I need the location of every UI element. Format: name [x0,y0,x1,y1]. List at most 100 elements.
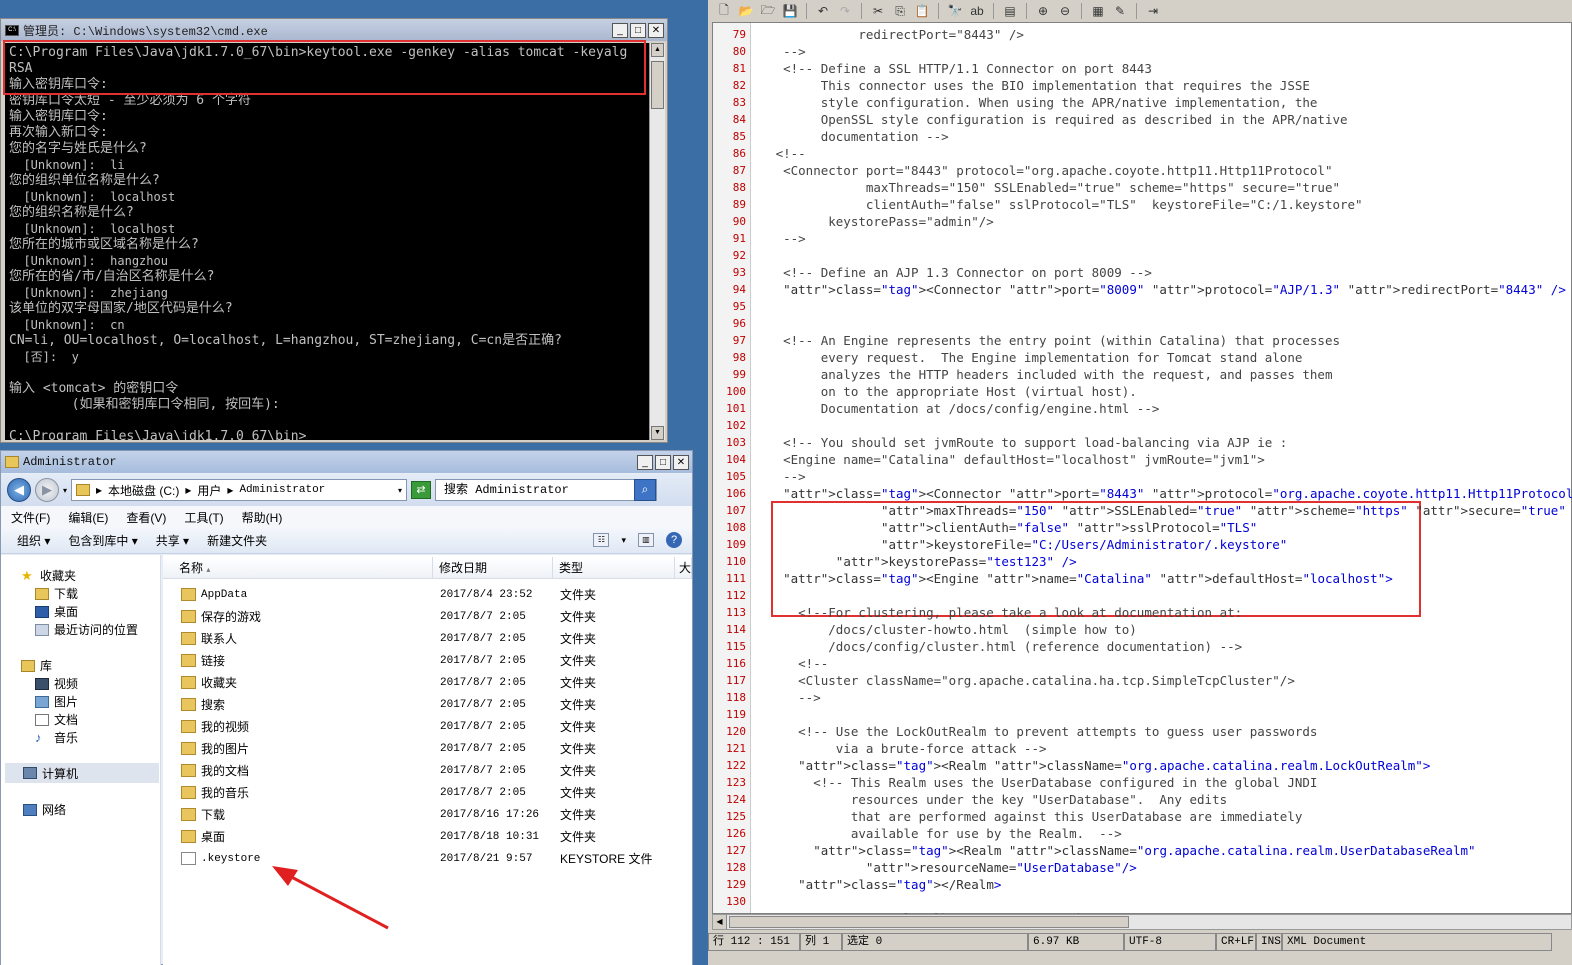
close-button[interactable]: ✕ [648,22,664,38]
file-row[interactable]: 我的文档 2017/8/7 2:05 文件夹 [181,760,681,782]
scroll-thumb[interactable] [651,61,664,109]
help-icon[interactable]: ? [666,532,682,548]
file-row[interactable]: 保存的游戏 2017/8/7 2:05 文件夹 [181,606,681,628]
console-line: [Unknown]: cn [9,318,125,332]
nav-videos[interactable]: 视频 [35,675,78,692]
line-number: 86 [732,147,746,160]
code-line: resources under the key "UserDatabase". … [753,792,1228,807]
cmd-titlebar[interactable]: C:\ 管理员: C:\Windows\system32\cmd.exe _ □… [1,19,667,41]
file-row[interactable]: 我的音乐 2017/8/7 2:05 文件夹 [181,782,681,804]
nav-computer[interactable]: 计算机 [5,763,159,783]
address-field[interactable]: ▸ 本地磁盘 (C:) ▸ 用户 ▸ Administrator ▾ [71,479,408,501]
code-line: <!-- Use the LockOutRealm to prevent att… [753,724,1318,739]
line-number: 100 [726,385,746,398]
copy-icon[interactable]: ⎘ [892,3,908,19]
view-icon[interactable]: ▦ [1090,3,1106,19]
forward-arrow-icon[interactable]: ▶ [35,478,59,502]
menu-file[interactable]: 文件(F) [11,509,50,526]
redo-icon[interactable]: ↷ [837,3,853,19]
file-row[interactable]: 收藏夹 2017/8/7 2:05 文件夹 [181,672,681,694]
paste-icon[interactable]: 📋 [914,3,930,19]
cut-icon[interactable]: ✂ [870,3,886,19]
back-arrow-icon[interactable]: ◀ [7,478,31,502]
file-name: 我的文档 [201,764,250,778]
file-row[interactable]: .keystore 2017/8/21 9:57 KEYSTORE 文件 [181,848,681,870]
find-icon[interactable]: 🔭 [947,3,963,19]
edit-tool-icon[interactable]: ✎ [1112,3,1128,19]
scroll-up-arrow-icon[interactable]: ▲ [651,43,664,57]
console-line: [Unknown]: zhejiang [9,286,168,300]
minimize-button[interactable]: _ [637,454,653,470]
menu-edit[interactable]: 编辑(E) [68,509,108,526]
nav-documents[interactable]: 文档 [35,711,78,728]
file-name: 搜索 [201,698,226,712]
new-folder-button[interactable]: 新建文件夹 [207,532,267,549]
nav-favorites[interactable]: ★ 收藏夹 [21,567,76,584]
history-dropdown-icon[interactable]: ▾ [63,486,67,495]
console-line: 您所在的省/市/自治区名称是什么? [9,269,215,284]
scroll-down-arrow-icon[interactable]: ▼ [651,426,664,440]
save-icon[interactable]: 💾 [782,3,798,19]
nav-recent-places[interactable]: 最近访问的位置 [35,621,138,638]
exit-icon[interactable]: ⇥ [1145,3,1161,19]
column-header-name[interactable]: 名称 ▴ [163,557,433,579]
file-row[interactable]: 联系人 2017/8/7 2:05 文件夹 [181,628,681,650]
menu-view[interactable]: 查看(V) [126,509,166,526]
horizontal-scrollbar[interactable]: ◀ [712,914,1572,930]
preview-pane-icon[interactable]: ▥ [638,533,654,547]
share-button[interactable]: 共享 ▾ [156,532,189,549]
file-type: 文件夹 [560,764,597,778]
document-icon [35,713,49,726]
open-icon[interactable]: 🗁 [760,3,776,19]
zoom-out-icon[interactable]: ⊖ [1057,3,1073,19]
nav-downloads[interactable]: 下载 [35,585,78,602]
file-row[interactable]: 链接 2017/8/7 2:05 文件夹 [181,650,681,672]
nav-network[interactable]: 网络 [23,801,66,818]
column-header-date[interactable]: 修改日期 [433,557,553,579]
file-row[interactable]: 我的图片 2017/8/7 2:05 文件夹 [181,738,681,760]
nav-pictures[interactable]: 图片 [35,693,78,710]
cmd-console[interactable]: C:\Program Files\Java\jdk1.7.0_67\bin>ke… [5,43,649,440]
refresh-icon[interactable]: ⇄ [411,481,432,499]
scroll-left-arrow-icon[interactable]: ◀ [713,915,727,929]
minimize-button[interactable]: _ [612,22,628,38]
editor-text-area[interactable]: 79 80 81 82 83 84 85 86 87 88 89 90 91 92 93 94 95 96 97 98… [712,22,1572,926]
nav-desktop[interactable]: 桌面 [35,603,78,620]
replace-icon[interactable]: ab [969,3,985,19]
picture-icon [35,695,49,708]
search-icon[interactable]: ⌕ [634,479,657,501]
new-file-icon[interactable]: 🗋 [716,3,732,19]
scroll-thumb[interactable] [729,916,1129,928]
nav-libraries[interactable]: 库 [21,657,52,674]
crumb-administrator[interactable]: Administrator [239,484,325,496]
line-number: 82 [732,79,746,92]
menu-help[interactable]: 帮助(H) [242,509,283,526]
open-folder-icon[interactable]: 📂 [738,3,754,19]
view-dropdown-icon[interactable]: ▾ [621,535,626,546]
undo-icon[interactable]: ↶ [815,3,831,19]
crumb-drive[interactable]: 本地磁盘 (C:) [108,482,179,499]
file-row[interactable]: 桌面 2017/8/18 10:31 文件夹 [181,826,681,848]
file-row[interactable]: AppData 2017/8/4 23:52 文件夹 [181,584,681,606]
goto-icon[interactable]: ▤ [1002,3,1018,19]
file-row[interactable]: 我的视频 2017/8/7 2:05 文件夹 [181,716,681,738]
maximize-button[interactable]: □ [630,22,646,38]
column-header-size[interactable]: 大 [675,557,692,579]
file-row[interactable]: 搜索 2017/8/7 2:05 文件夹 [181,694,681,716]
zoom-in-icon[interactable]: ⊕ [1035,3,1051,19]
menu-tools[interactable]: 工具(T) [184,509,223,526]
cmd-scrollbar[interactable]: ▲ ▼ [649,43,665,440]
address-dropdown-icon[interactable]: ▾ [398,486,402,495]
view-options-icon[interactable]: ☷ [593,533,610,547]
close-button[interactable]: ✕ [673,454,689,470]
maximize-button[interactable]: □ [655,454,671,470]
nav-music[interactable]: ♪ 音乐 [35,729,78,746]
column-header-type[interactable]: 类型 [553,557,675,579]
search-input[interactable]: 搜索 Administrator ⌕ [435,479,658,501]
crumb-users[interactable]: 用户 [197,482,221,499]
command-bar: 组织 ▾ 包含到库中 ▾ 共享 ▾ 新建文件夹 ☷ ▾ ▥ ? [1,528,692,554]
file-row[interactable]: 下载 2017/8/16 17:26 文件夹 [181,804,681,826]
explorer-titlebar[interactable]: Administrator _ □ ✕ [1,451,692,473]
include-in-library-button[interactable]: 包含到库中 ▾ [68,532,137,549]
organize-button[interactable]: 组织 ▾ [17,532,50,549]
